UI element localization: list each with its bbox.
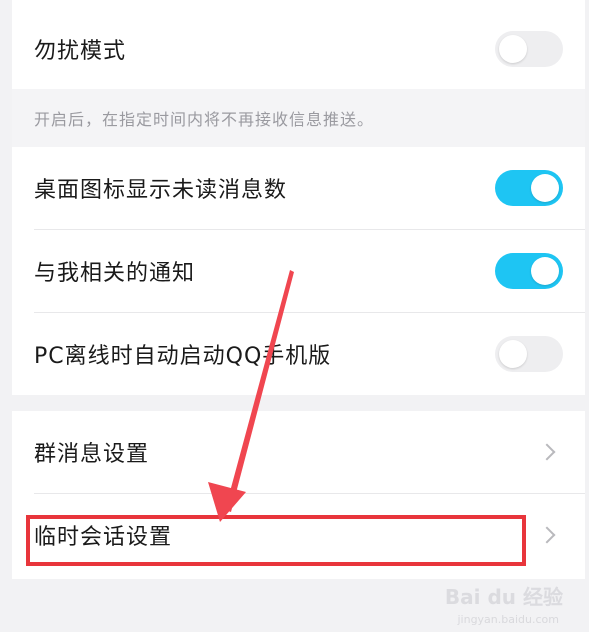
annotation-arrow [208, 270, 294, 522]
arrow-shaft [225, 270, 294, 512]
settings-screen: 勿扰模式 开启后，在指定时间内将不再接收信息推送。 桌面图标显示未读消息数 与我… [0, 0, 589, 632]
arrow-head [208, 482, 246, 522]
watermark-logo: Bai du 经验 [444, 585, 563, 609]
watermark-url: jingyan.baidu.com [457, 613, 559, 626]
